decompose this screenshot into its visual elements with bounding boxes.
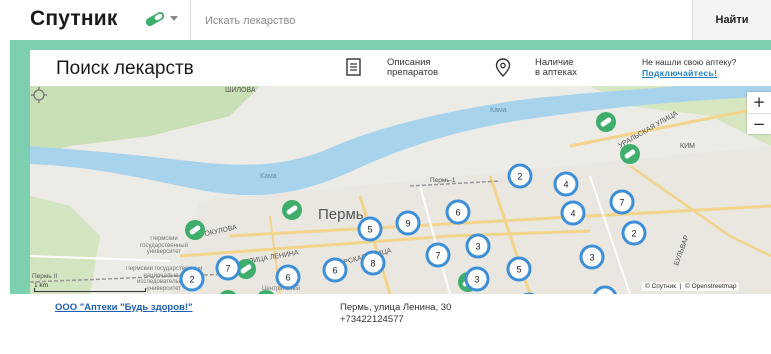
cluster-count: 7: [435, 251, 440, 261]
cluster-marker[interactable]: 3: [465, 233, 491, 259]
cluster-count: 6: [455, 208, 460, 218]
map-city-label: Пермь: [318, 206, 364, 223]
cluster-marker[interactable]: 8: [360, 250, 386, 276]
zoom-control: + −: [747, 92, 771, 134]
cluster-count: 2: [631, 229, 636, 239]
pharmacy-pin-icon[interactable]: [620, 144, 640, 164]
connect-link[interactable]: Подключайтесь!: [642, 68, 736, 79]
nav-pharmacy-availability[interactable]: Наличие в аптеках: [535, 58, 577, 78]
cluster-count: 4: [563, 180, 568, 190]
map-canvas[interactable]: Пермь Кама Кама ШИЛОВА ОКУЛОВА УЛИЦА ЛЕН…: [30, 86, 771, 294]
cluster-count: 8: [370, 259, 375, 269]
pharmacy-pin-icon[interactable]: [282, 200, 302, 220]
cluster-count: 4: [602, 294, 607, 295]
attribution-sputnik[interactable]: © Спутник: [645, 283, 676, 290]
page-title: Поиск лекарств: [56, 58, 194, 79]
cluster-count: 3: [474, 275, 479, 285]
map-street-label: УРАЛЬСКАЯ УЛИЦА: [618, 110, 680, 150]
page-header: Поиск лекарств Описания препаратов Налич…: [30, 50, 771, 86]
cluster-marker[interactable]: 2: [621, 220, 647, 246]
logo[interactable]: Спутник: [30, 7, 118, 31]
locate-icon[interactable]: [30, 86, 48, 104]
scale-bar: [34, 288, 146, 292]
missing-question: Не нашли свою аптеку?: [642, 57, 737, 67]
cluster-count: 3: [589, 253, 594, 263]
cluster-count: 9: [405, 219, 410, 229]
pharmacy-name-link[interactable]: ООО "Аптеки "Будь здоров!": [55, 302, 193, 313]
attribution-osm[interactable]: © Openstreetmap: [685, 283, 736, 290]
cluster-marker[interactable]: 2: [507, 163, 533, 189]
search-button[interactable]: Найти: [692, 0, 771, 40]
cluster-marker[interactable]: 2: [179, 266, 205, 292]
cluster-count: 3: [475, 242, 480, 252]
connect-pharmacy: Не нашли свою аптеку? Подключайтесь!: [642, 57, 736, 79]
document-icon[interactable]: [346, 58, 361, 76]
cluster-marker[interactable]: 4: [560, 200, 586, 226]
map-river-label-2: Кама: [490, 107, 507, 114]
cluster-count: 4: [570, 209, 575, 219]
map-poi-label: Пермский государственный университет: [140, 236, 188, 255]
cluster-count: 7: [225, 264, 230, 274]
nav-drug-descriptions[interactable]: Описания препаратов: [387, 58, 438, 78]
pill-logo-icon[interactable]: [143, 11, 167, 27]
cluster-marker[interactable]: 5: [357, 216, 383, 242]
search-box: [190, 0, 693, 40]
chevron-down-icon[interactable]: [170, 16, 178, 21]
map-station-label: Пермь-1: [430, 177, 456, 184]
map-station-label: Пермь II: [32, 273, 57, 280]
top-bar: Спутник Найти: [0, 0, 771, 41]
cluster-count: 2: [189, 275, 194, 285]
map-street-label: ШИЛОВА: [225, 87, 256, 94]
cluster-marker[interactable]: 6: [445, 199, 471, 225]
cluster-count: 7: [619, 198, 624, 208]
cluster-count: 2: [517, 172, 522, 182]
pharmacy-address: Пермь, улица Ленина, 30: [340, 302, 452, 313]
pharmacy-phone: +73422124577: [340, 314, 404, 325]
cluster-marker[interactable]: 9: [395, 210, 421, 236]
map-street-label: КИМ: [680, 143, 695, 150]
search-input[interactable]: [203, 10, 677, 32]
cluster-count: 6: [332, 266, 337, 276]
cluster-marker[interactable]: 3: [464, 266, 490, 292]
cluster-marker[interactable]: 6: [275, 264, 301, 290]
cluster-marker[interactable]: 6: [322, 257, 348, 283]
cluster-count: 6: [285, 273, 290, 283]
pharmacy-pin-icon[interactable]: [596, 112, 616, 132]
map-attribution: © Спутник | © Openstreetmap: [642, 282, 740, 291]
zoom-out-button[interactable]: −: [747, 114, 771, 135]
pharmacy-pin-icon[interactable]: [185, 220, 205, 240]
map-river-label: Кама: [260, 173, 277, 180]
map[interactable]: Пермь Кама Кама ШИЛОВА ОКУЛОВА УЛИЦА ЛЕН…: [30, 86, 771, 294]
cluster-marker[interactable]: 3: [579, 244, 605, 270]
cluster-marker[interactable]: 7: [425, 242, 451, 268]
cluster-count: 5: [516, 265, 521, 275]
map-pin-icon[interactable]: [495, 58, 511, 77]
cluster-marker[interactable]: 4: [553, 171, 579, 197]
cluster-marker[interactable]: 5: [506, 256, 532, 282]
zoom-in-button[interactable]: +: [747, 92, 771, 113]
cluster-count: 5: [367, 225, 372, 235]
cluster-marker[interactable]: 7: [215, 255, 241, 281]
cluster-marker[interactable]: 7: [609, 189, 635, 215]
